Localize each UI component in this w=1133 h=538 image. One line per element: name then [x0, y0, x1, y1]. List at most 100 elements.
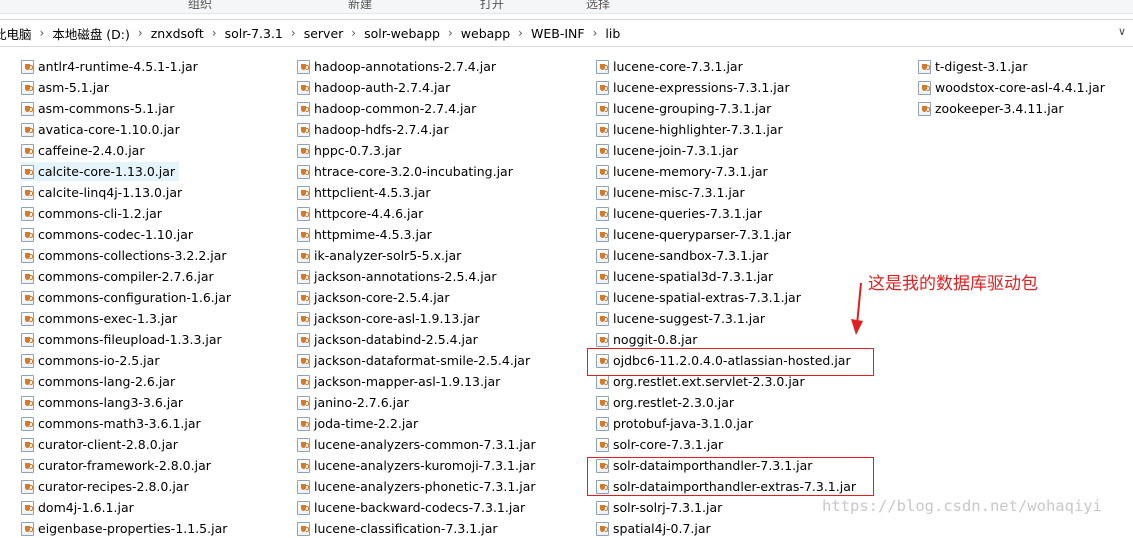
- address-bar[interactable]: 此电脑 › 本地磁盘 (D:) › znxdsoft › solr-7.3.1 …: [0, 19, 1133, 47]
- file-item[interactable]: asm-5.1.jar: [21, 78, 113, 97]
- file-item[interactable]: hadoop-auth-2.7.4.jar: [297, 78, 454, 97]
- file-item[interactable]: hppc-0.7.3.jar: [297, 141, 405, 160]
- file-item[interactable]: joda-time-2.2.jar: [297, 414, 422, 433]
- file-item[interactable]: lucene-sandbox-7.3.1.jar: [596, 246, 772, 265]
- file-item[interactable]: janino-2.7.6.jar: [297, 393, 413, 412]
- file-item[interactable]: lucene-queries-7.3.1.jar: [596, 204, 766, 223]
- file-item[interactable]: lucene-grouping-7.3.1.jar: [596, 99, 775, 118]
- file-item[interactable]: jackson-databind-2.5.4.jar: [297, 330, 482, 349]
- file-item[interactable]: commons-codec-1.10.jar: [21, 225, 197, 244]
- file-item[interactable]: jackson-dataformat-smile-2.5.4.jar: [297, 351, 534, 370]
- file-item[interactable]: httpclient-4.5.3.jar: [297, 183, 435, 202]
- file-item[interactable]: lucene-core-7.3.1.jar: [596, 57, 747, 76]
- file-item[interactable]: hadoop-annotations-2.7.4.jar: [297, 57, 500, 76]
- jar-file-icon: [297, 311, 310, 326]
- file-item[interactable]: lucene-analyzers-phonetic-7.3.1.jar: [297, 477, 540, 496]
- file-item[interactable]: lucene-memory-7.3.1.jar: [596, 162, 772, 181]
- file-item[interactable]: protobuf-java-3.1.0.jar: [596, 414, 757, 433]
- file-name: lucene-queries-7.3.1.jar: [613, 206, 763, 221]
- file-item[interactable]: lucene-highlighter-7.3.1.jar: [596, 120, 787, 139]
- file-item[interactable]: curator-client-2.8.0.jar: [21, 435, 182, 454]
- file-item[interactable]: lucene-analyzers-common-7.3.1.jar: [297, 435, 540, 454]
- file-item[interactable]: woodstox-core-asl-4.4.1.jar: [918, 78, 1109, 97]
- file-item[interactable]: lucene-misc-7.3.1.jar: [596, 183, 749, 202]
- file-item[interactable]: lucene-queryparser-7.3.1.jar: [596, 225, 795, 244]
- ribbon-group-new[interactable]: 新建: [348, 0, 372, 12]
- chevron-right-icon[interactable]: ›: [348, 26, 359, 40]
- file-item[interactable]: calcite-core-1.13.0.jar: [21, 162, 180, 181]
- crumb-web-inf[interactable]: WEB-INF: [526, 26, 590, 41]
- chevron-right-icon[interactable]: ›: [209, 26, 220, 40]
- jar-file-icon: [21, 143, 34, 158]
- file-item[interactable]: hadoop-hdfs-2.7.4.jar: [297, 120, 453, 139]
- jar-file-icon: [21, 206, 34, 221]
- file-item[interactable]: lucene-analyzers-kuromoji-7.3.1.jar: [297, 456, 539, 475]
- file-item[interactable]: commons-io-2.5.jar: [21, 351, 163, 370]
- file-item[interactable]: commons-math3-3.6.1.jar: [21, 414, 205, 433]
- crumb-server[interactable]: server: [299, 26, 349, 41]
- crumb-this-pc[interactable]: 此电脑: [0, 24, 37, 43]
- jar-file-icon: [21, 248, 34, 263]
- file-item[interactable]: httpcore-4.4.6.jar: [297, 204, 427, 223]
- file-item[interactable]: jackson-mapper-asl-1.9.13.jar: [297, 372, 504, 391]
- file-item[interactable]: antlr4-runtime-4.5.1-1.jar: [21, 57, 202, 76]
- crumb-local-disk[interactable]: 本地磁盘 (D:): [47, 24, 135, 43]
- chevron-right-icon[interactable]: ›: [288, 26, 299, 40]
- file-item[interactable]: calcite-linq4j-1.13.0.jar: [21, 183, 186, 202]
- jar-file-icon: [297, 458, 310, 473]
- chevron-right-icon[interactable]: ›: [37, 26, 48, 40]
- file-item[interactable]: commons-cli-1.2.jar: [21, 204, 166, 223]
- file-item[interactable]: caffeine-2.4.0.jar: [21, 141, 148, 160]
- file-item[interactable]: solr-solrj-7.3.1.jar: [596, 498, 726, 517]
- file-item[interactable]: jackson-core-asl-1.9.13.jar: [297, 309, 484, 328]
- file-item[interactable]: zookeeper-3.4.11.jar: [918, 99, 1068, 118]
- file-item[interactable]: org.restlet-2.3.0.jar: [596, 393, 738, 412]
- file-item[interactable]: jackson-core-2.5.4.jar: [297, 288, 453, 307]
- file-item[interactable]: htrace-core-3.2.0-incubating.jar: [297, 162, 517, 181]
- file-item[interactable]: asm-commons-5.1.jar: [21, 99, 178, 118]
- chevron-right-icon[interactable]: ›: [515, 26, 526, 40]
- jar-file-icon: [21, 353, 34, 368]
- chevron-right-icon[interactable]: ›: [445, 26, 456, 40]
- ribbon-group-select[interactable]: 选择: [586, 0, 610, 12]
- file-item[interactable]: t-digest-3.1.jar: [918, 57, 1032, 76]
- file-item[interactable]: commons-exec-1.3.jar: [21, 309, 181, 328]
- file-item[interactable]: commons-fileupload-1.3.3.jar: [21, 330, 226, 349]
- file-item[interactable]: commons-compiler-2.7.6.jar: [21, 267, 218, 286]
- file-item[interactable]: hadoop-common-2.7.4.jar: [297, 99, 480, 118]
- chevron-right-icon[interactable]: ›: [590, 26, 601, 40]
- chevron-right-icon[interactable]: ›: [135, 26, 146, 40]
- file-name: asm-commons-5.1.jar: [38, 101, 175, 116]
- jar-file-icon: [297, 374, 310, 389]
- file-item[interactable]: commons-lang-2.6.jar: [21, 372, 179, 391]
- file-item[interactable]: ik-analyzer-solr5-5.x.jar: [297, 246, 465, 265]
- file-item[interactable]: lucene-spatial3d-7.3.1.jar: [596, 267, 777, 286]
- file-item[interactable]: commons-configuration-1.6.jar: [21, 288, 235, 307]
- file-item[interactable]: httpmime-4.5.3.jar: [297, 225, 436, 244]
- file-item[interactable]: lucene-spatial-extras-7.3.1.jar: [596, 288, 805, 307]
- file-item[interactable]: lucene-join-7.3.1.jar: [596, 141, 742, 160]
- jar-file-icon: [596, 101, 609, 116]
- crumb-solr[interactable]: solr-7.3.1: [220, 26, 288, 41]
- file-item[interactable]: jackson-annotations-2.5.4.jar: [297, 267, 501, 286]
- file-item[interactable]: dom4j-1.6.1.jar: [21, 498, 138, 517]
- crumb-webapp[interactable]: webapp: [456, 26, 515, 41]
- chevron-down-icon[interactable]: ∨: [1115, 24, 1129, 40]
- file-item[interactable]: commons-collections-3.2.2.jar: [21, 246, 231, 265]
- file-item[interactable]: curator-framework-2.8.0.jar: [21, 456, 215, 475]
- ribbon-group-organize[interactable]: 组织: [188, 0, 212, 12]
- file-name: curator-client-2.8.0.jar: [38, 437, 178, 452]
- file-item[interactable]: curator-recipes-2.8.0.jar: [21, 477, 193, 496]
- file-item[interactable]: lucene-expressions-7.3.1.jar: [596, 78, 794, 97]
- jar-file-icon: [297, 500, 310, 515]
- file-item[interactable]: avatica-core-1.10.0.jar: [21, 120, 184, 139]
- file-item[interactable]: commons-lang3-3.6.jar: [21, 393, 187, 412]
- file-item[interactable]: lucene-suggest-7.3.1.jar: [596, 309, 769, 328]
- file-item[interactable]: noggit-0.8.jar: [596, 330, 701, 349]
- file-item[interactable]: lucene-backward-codecs-7.3.1.jar: [297, 498, 529, 517]
- crumb-solr-webapp[interactable]: solr-webapp: [359, 26, 445, 41]
- crumb-lib[interactable]: lib: [600, 26, 625, 41]
- file-item[interactable]: solr-core-7.3.1.jar: [596, 435, 727, 454]
- crumb-znxdsoft[interactable]: znxdsoft: [146, 26, 209, 41]
- ribbon-group-open[interactable]: 打开: [480, 0, 504, 12]
